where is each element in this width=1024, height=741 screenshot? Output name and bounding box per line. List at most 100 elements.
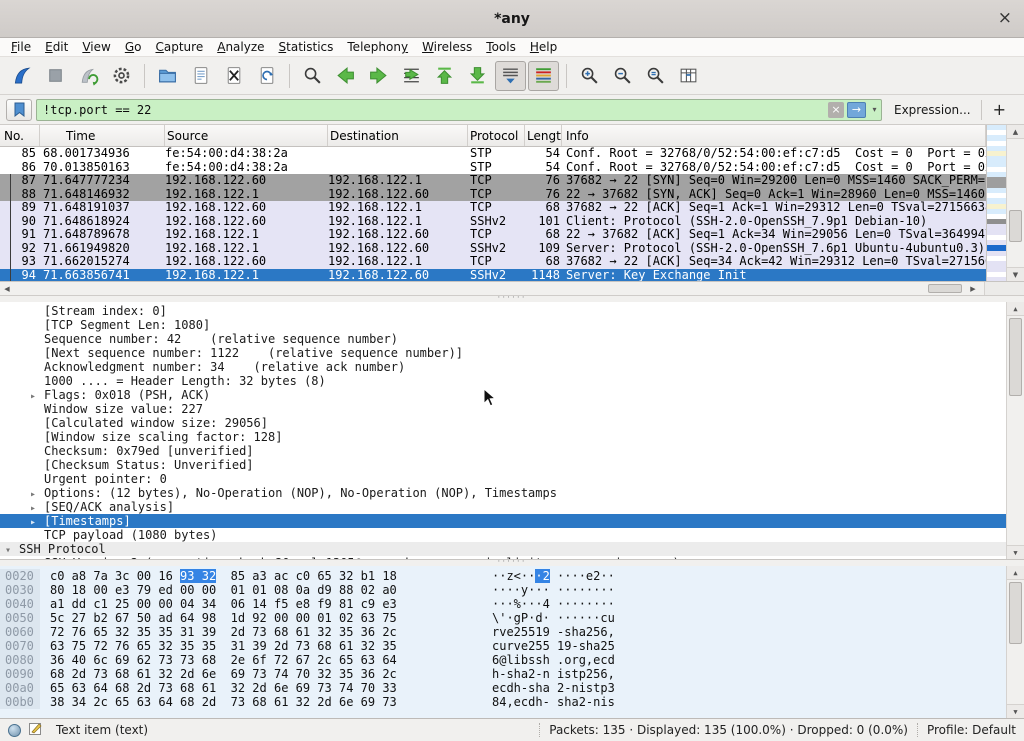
profile-status[interactable]: Profile: Default xyxy=(927,723,1016,737)
hex-row[interactable]: 008036 40 6c 69 62 73 73 68 2e 6f 72 67 … xyxy=(0,653,1024,667)
packet-list-scrollbar[interactable]: ▲ ▼ xyxy=(1006,125,1024,281)
scroll-down-icon[interactable]: ▼ xyxy=(1007,704,1024,718)
scroll-up-icon[interactable]: ▲ xyxy=(1007,566,1024,580)
detail-line[interactable]: [TCP Segment Len: 1080] xyxy=(0,318,1006,332)
filter-bookmark-button[interactable] xyxy=(6,99,32,121)
filter-dropdown-icon[interactable]: ▾ xyxy=(868,105,881,114)
scrollbar-thumb[interactable] xyxy=(1009,582,1022,644)
packet-row[interactable]: 8871.648146932192.168.122.1192.168.122.6… xyxy=(0,188,986,202)
column-header-source[interactable]: Source xyxy=(165,125,328,146)
go-to-packet-button[interactable] xyxy=(396,61,427,91)
menu-tools[interactable]: Tools xyxy=(479,40,523,54)
detail-line[interactable]: Urgent pointer: 0 xyxy=(0,472,1006,486)
scroll-up-icon[interactable]: ▲ xyxy=(1007,302,1024,316)
close-file-button[interactable] xyxy=(218,61,249,91)
details-scrollbar[interactable]: ▲ ▼ xyxy=(1006,302,1024,559)
detail-line[interactable]: ▸[SEQ/ACK analysis] xyxy=(0,500,1006,514)
display-filter-input[interactable]: !tcp.port == 22 × → ▾ xyxy=(36,99,882,121)
expression-button[interactable]: Expression... xyxy=(894,103,971,117)
resize-columns-button[interactable] xyxy=(673,61,704,91)
expert-info-icon[interactable] xyxy=(8,724,21,737)
hex-row[interactable]: 007063 75 72 76 65 32 35 35 31 39 2d 73 … xyxy=(0,639,1024,653)
scroll-left-icon[interactable]: ◀ xyxy=(0,282,14,295)
column-header-time[interactable]: Time xyxy=(40,125,165,146)
scrollbar-thumb[interactable] xyxy=(1009,318,1022,396)
find-packet-button[interactable] xyxy=(297,61,328,91)
detail-line[interactable]: Window size value: 227 xyxy=(0,402,1006,416)
packet-row[interactable]: 9171.648789678192.168.122.1192.168.122.6… xyxy=(0,228,986,242)
packet-row[interactable]: 9371.662015274192.168.122.60192.168.122.… xyxy=(0,255,986,269)
save-file-button[interactable] xyxy=(185,61,216,91)
detail-line[interactable]: [Calculated window size: 29056] xyxy=(0,416,1006,430)
column-header-length[interactable]: Length xyxy=(525,125,562,146)
detail-line[interactable]: [Window size scaling factor: 128] xyxy=(0,430,1006,444)
hex-row[interactable]: 003080 18 00 e3 79 ed 00 00 01 01 08 0a … xyxy=(0,583,1024,597)
menu-statistics[interactable]: Statistics xyxy=(272,40,341,54)
scroll-down-icon[interactable]: ▼ xyxy=(1007,545,1024,559)
zoom-reset-button[interactable] xyxy=(640,61,671,91)
close-button[interactable]: × xyxy=(998,8,1012,28)
open-file-button[interactable] xyxy=(152,61,183,91)
hex-row[interactable]: 00b038 34 2c 65 63 64 68 2d 73 68 61 32 … xyxy=(0,695,1024,709)
column-header-destination[interactable]: Destination xyxy=(328,125,468,146)
menu-telephony[interactable]: Telephony xyxy=(340,40,415,54)
scrollbar-thumb[interactable] xyxy=(1009,210,1022,242)
column-header-info[interactable]: Info xyxy=(562,125,986,146)
hex-row[interactable]: 006072 76 65 32 35 35 31 39 2d 73 68 61 … xyxy=(0,625,1024,639)
restart-capture-button[interactable] xyxy=(73,61,104,91)
start-capture-button[interactable] xyxy=(7,61,38,91)
menu-edit[interactable]: Edit xyxy=(38,40,75,54)
menu-wireless[interactable]: Wireless xyxy=(415,40,479,54)
reload-file-button[interactable] xyxy=(251,61,282,91)
auto-scroll-button[interactable] xyxy=(495,61,526,91)
packet-row[interactable]: 8568.001734936fe:54:00:d4:38:2aSTP54Conf… xyxy=(0,147,986,161)
detail-line[interactable]: 1000 .... = Header Length: 32 bytes (8) xyxy=(0,374,1006,388)
detail-line[interactable]: ▸Options: (12 bytes), No-Operation (NOP)… xyxy=(0,486,1006,500)
stop-capture-button[interactable] xyxy=(40,61,71,91)
menu-help[interactable]: Help xyxy=(523,40,564,54)
detail-line[interactable]: Acknowledgment number: 34 (relative ack … xyxy=(0,360,1006,374)
capture-comment-icon[interactable] xyxy=(29,722,42,738)
hex-scrollbar[interactable]: ▲ ▼ xyxy=(1006,566,1024,718)
packet-row[interactable]: 9271.661949820192.168.122.1192.168.122.6… xyxy=(0,242,986,256)
hex-row[interactable]: 0020c0 a8 7a 3c 00 16 93 32 85 a3 ac c0 … xyxy=(0,569,1024,583)
scroll-down-icon[interactable]: ▼ xyxy=(1007,267,1024,281)
scroll-up-icon[interactable]: ▲ xyxy=(1007,125,1024,139)
packet-row[interactable]: 9071.648618924192.168.122.60192.168.122.… xyxy=(0,215,986,229)
hex-row[interactable]: 00505c 27 b2 67 50 ad 64 98 1d 92 00 00 … xyxy=(0,611,1024,625)
detail-line[interactable]: Sequence number: 42 (relative sequence n… xyxy=(0,332,1006,346)
hex-row[interactable]: 0040a1 dd c1 25 00 00 04 34 06 14 f5 e8 … xyxy=(0,597,1024,611)
column-header-no[interactable]: No. xyxy=(0,125,40,146)
packet-list-minimap[interactable] xyxy=(986,125,1006,282)
packet-row[interactable]: 8771.647777234192.168.122.60192.168.122.… xyxy=(0,174,986,188)
column-header-protocol[interactable]: Protocol xyxy=(468,125,525,146)
go-first-button[interactable] xyxy=(429,61,460,91)
go-back-button[interactable] xyxy=(330,61,361,91)
zoom-out-button[interactable] xyxy=(607,61,638,91)
filter-clear-icon[interactable]: × xyxy=(828,102,844,118)
detail-line[interactable]: ▸SSH Version 2 (encryption:chacha20-poly… xyxy=(0,556,1006,560)
menu-file[interactable]: File xyxy=(4,40,38,54)
zoom-in-button[interactable] xyxy=(574,61,605,91)
menu-go[interactable]: Go xyxy=(118,40,149,54)
go-forward-button[interactable] xyxy=(363,61,394,91)
packet-row[interactable]: 8670.013850163fe:54:00:d4:38:2aSTP54Conf… xyxy=(0,161,986,175)
detail-line[interactable]: [Stream index: 0] xyxy=(0,304,1006,318)
detail-line[interactable]: [Next sequence number: 1122 (relative se… xyxy=(0,346,1006,360)
menu-analyze[interactable]: Analyze xyxy=(210,40,271,54)
detail-line-selected[interactable]: ▸[Timestamps] xyxy=(0,514,1006,528)
menu-capture[interactable]: Capture xyxy=(148,40,210,54)
hex-row[interactable]: 009068 2d 73 68 61 32 2d 6e 69 73 74 70 … xyxy=(0,667,1024,681)
detail-line[interactable]: ▸Flags: 0x018 (PSH, ACK) xyxy=(0,388,1006,402)
detail-line-ssh-protocol[interactable]: ▾SSH Protocol xyxy=(0,542,1006,556)
packet-row-selected[interactable]: 9471.663856741192.168.122.1192.168.122.6… xyxy=(0,269,986,283)
packet-list-hscrollbar[interactable]: ◀ ▶ xyxy=(0,282,1024,296)
scroll-right-icon[interactable]: ▶ xyxy=(966,282,980,295)
packet-row[interactable]: 8971.648191037192.168.122.60192.168.122.… xyxy=(0,201,986,215)
capture-options-button[interactable] xyxy=(106,61,137,91)
hscrollbar-thumb[interactable] xyxy=(928,284,962,293)
go-last-button[interactable] xyxy=(462,61,493,91)
add-filter-button[interactable]: + xyxy=(993,100,1006,119)
filter-apply-icon[interactable]: → xyxy=(847,102,866,118)
detail-line[interactable]: Checksum: 0x79ed [unverified] xyxy=(0,444,1006,458)
